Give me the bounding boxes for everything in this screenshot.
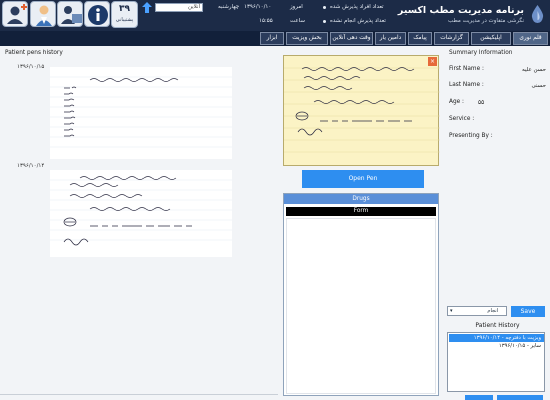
tab-visit[interactable]: بخش ویزیت: [286, 32, 328, 45]
first-name-value: حسن علیه: [522, 67, 546, 73]
prescription-image[interactable]: [50, 170, 232, 257]
presenting-by-label: Presenting By :: [449, 133, 493, 139]
arrow-up-icon[interactable]: [142, 2, 152, 13]
age-value: ۵۵: [478, 100, 485, 106]
app-header: ۳۹ پشتیبانی آنلاین چهارشنبه ۱۳۹۶/۱۰/۱۰ ا…: [0, 0, 550, 31]
drugs-panel: Drugs Form: [283, 193, 439, 396]
tab-smart-pen[interactable]: قلم نوری: [513, 32, 548, 45]
today-label: امروز: [290, 4, 303, 10]
handwriting-image: [50, 176, 232, 246]
first-name-label: First Name :: [449, 66, 484, 72]
tab-reports[interactable]: گزارشات: [434, 32, 469, 45]
reception-icon[interactable]: [57, 1, 83, 27]
pen-preview[interactable]: ×: [283, 55, 440, 166]
drugs-list[interactable]: [286, 218, 436, 394]
tab-domain-yar[interactable]: دامین یار: [375, 32, 406, 45]
support-badge[interactable]: ۳۹ پشتیبانی: [111, 1, 138, 28]
weekday-text: چهارشنبه: [218, 4, 240, 10]
drugs-header: Drugs: [284, 194, 438, 204]
user-add-icon[interactable]: [2, 1, 28, 27]
form-header: Form: [286, 207, 436, 216]
main-nav: قلم نوری اپلیکیشن گزارشات پیامک دامین یا…: [0, 31, 550, 46]
chevron-down-icon: ▾: [450, 308, 453, 314]
list-item[interactable]: سایر - ۱۳۹۶/۱۰/۱۵: [449, 342, 544, 350]
handwriting-preview-image: [284, 67, 440, 153]
bullet-icon: [323, 6, 326, 9]
service-label: Service :: [449, 116, 475, 122]
remaining-count-label: تعداد پذیرش انجام نشده: [330, 18, 386, 24]
age-label: Age :: [449, 99, 465, 105]
save-button[interactable]: Save: [511, 306, 545, 317]
history-title: Patient pens history: [5, 50, 63, 56]
app-title: برنامه مدیریت مطب اکسیر: [397, 5, 524, 16]
history-date: ۱۳۹۶/۱۰/۱۴: [17, 163, 45, 169]
patient-history-list[interactable]: ویزیت با دفترچه - ۱۳۹۶/۱۰/۱۴ سایر - ۱۳۹۶…: [447, 332, 545, 392]
patient-history-title: Patient History: [475, 322, 520, 329]
divider: [0, 394, 278, 395]
app-subtitle: نگرشی متفاوت در مدیریت مطب: [448, 18, 524, 24]
summary-panel: Summary Information First Name : حسن علی…: [445, 47, 550, 400]
time-text: ۱۵:۵۵: [259, 18, 273, 24]
doctor-icon[interactable]: [30, 1, 56, 27]
open-pen-button[interactable]: Open Pen: [302, 170, 424, 188]
tab-online-appointment[interactable]: وقت دهی آنلاین: [330, 32, 373, 45]
drop-logo-icon: [531, 5, 544, 23]
prescription-image[interactable]: [50, 67, 232, 159]
action-button[interactable]: [465, 395, 493, 400]
info-icon[interactable]: [84, 1, 110, 27]
date-text: ۱۳۹۶/۱۰/۱۰: [244, 4, 272, 10]
time-label: ساعت: [290, 18, 305, 24]
summary-title: Summary Information: [449, 50, 513, 56]
action-button[interactable]: [497, 395, 543, 400]
last-name-label: Last Name :: [449, 82, 484, 88]
tab-application[interactable]: اپلیکیشن: [471, 32, 511, 45]
admitted-count-label: تعداد افراد پذیرش شده: [330, 4, 384, 10]
bullet-icon: [323, 20, 326, 23]
list-item[interactable]: ویزیت با دفترچه - ۱۳۹۶/۱۰/۱۴: [449, 334, 544, 342]
support-count: ۳۹: [119, 4, 130, 14]
status-select[interactable]: ▾ انجام: [447, 306, 507, 316]
support-label: پشتیبانی: [115, 17, 134, 23]
online-status-box: آنلاین: [155, 3, 203, 12]
last-name-value: حسنی: [531, 83, 546, 89]
close-icon[interactable]: ×: [428, 57, 437, 66]
handwriting-image: [50, 76, 232, 148]
status-select-value: انجام: [487, 308, 498, 314]
tab-sms[interactable]: پیامک: [408, 32, 432, 45]
tab-tools[interactable]: ابزار: [260, 32, 284, 45]
history-date: ۱۳۹۶/۱۰/۱۵: [17, 64, 45, 70]
